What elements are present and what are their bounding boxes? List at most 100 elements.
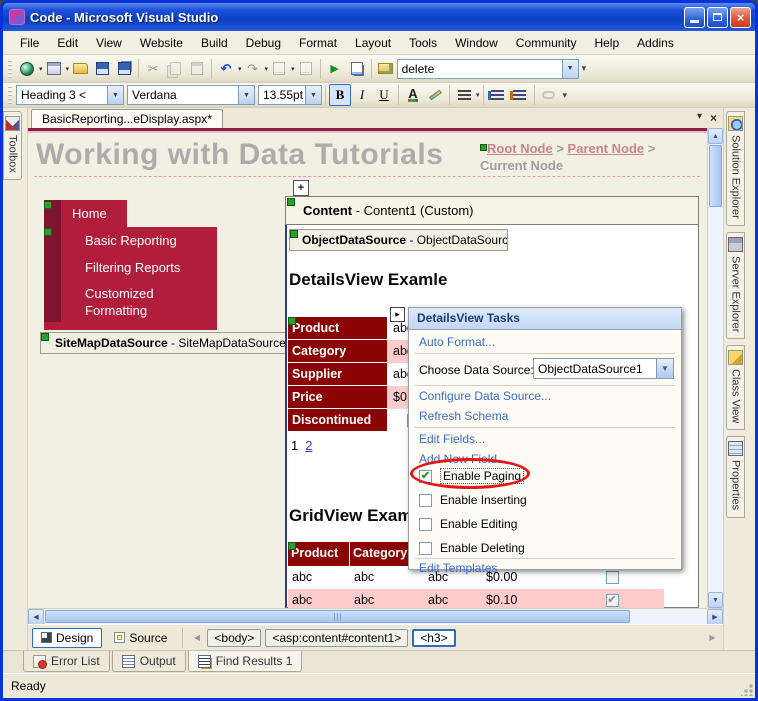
pager-page-link[interactable]: 2 [305,438,312,453]
error-list-tab[interactable]: Error List [23,651,110,672]
vertical-scrollbar[interactable]: ▲ ▼ [707,128,723,608]
vertical-scroll-track[interactable] [708,208,723,592]
configure-data-source-link[interactable]: Configure Data Source... [419,389,551,403]
smart-tag-button[interactable]: ▸ [390,307,405,322]
enable-inserting-checkbox[interactable] [419,493,432,507]
maximize-button[interactable] [707,6,728,28]
breadcrumb-root-link[interactable]: Root Node [487,141,553,156]
menu-view[interactable]: View [87,33,131,53]
redo-button[interactable]: ↷ [242,58,264,80]
align-dropdown-icon[interactable]: ▾ [476,91,480,99]
menu-format[interactable]: Format [290,33,346,53]
menu-edit[interactable]: Edit [48,33,87,53]
font-combo[interactable]: Verdana ▼ [127,85,255,105]
server-explorer-tab[interactable]: Server Explorer [726,231,745,340]
nav-item-customized-formatting[interactable]: Customized Formatting [61,281,217,322]
design-view-button[interactable]: Design [32,627,103,648]
minimize-button[interactable] [684,6,705,28]
menu-file[interactable]: File [11,33,48,53]
undo-button[interactable]: ↶ [215,58,237,80]
enable-inserting-label[interactable]: Enable Inserting [440,493,527,507]
new-website-button[interactable] [16,58,38,80]
data-source-combo[interactable]: ObjectDataSource1 ▼ [533,358,674,379]
copy-button[interactable] [164,58,186,80]
cut-button[interactable]: ✂ [142,58,164,80]
scroll-up-icon[interactable]: ▲ [708,128,723,144]
font-color-button[interactable]: A [402,84,424,106]
font-combo-dropdown-icon[interactable]: ▼ [238,86,254,104]
menu-community[interactable]: Community [507,33,586,53]
save-button[interactable] [91,58,113,80]
find-results-tab[interactable]: Find Results 1 [187,651,303,672]
toolbar-grip[interactable] [8,59,12,78]
scroll-down-icon[interactable]: ▼ [708,592,723,608]
close-button[interactable]: × [730,6,751,28]
tag-nav-back-icon[interactable]: ◀ [190,630,203,646]
refresh-schema-link[interactable]: Refresh Schema [419,409,508,423]
horizontal-scrollbar[interactable]: ◀ ▶ [28,608,723,625]
align-button[interactable] [453,84,475,106]
find-combo[interactable]: delete ▼ [396,58,579,79]
breadcrumb-parent-link[interactable]: Parent Node [568,141,645,156]
tab-close-icon[interactable]: × [710,111,717,125]
scroll-left-icon[interactable]: ◀ [28,609,44,625]
paste-button[interactable] [186,58,208,80]
menu-website[interactable]: Website [131,33,192,53]
solution-explorer-tab[interactable]: Solution Explorer [726,111,745,226]
italic-button[interactable]: I [351,84,373,106]
add-new-item-button[interactable] [43,58,65,80]
tag-body-button[interactable]: <body> [207,628,262,647]
toolbar-overflow-icon[interactable]: ▾ [563,90,567,101]
block-format-combo[interactable]: Heading 3 < ▼ [16,85,124,105]
nav-item-basic-reporting[interactable]: Basic Reporting [61,227,217,254]
view-in-browser-button[interactable] [346,58,368,80]
objectdatasource-control[interactable]: ObjectDataSource - ObjectDataSource1 [289,229,508,251]
block-format-dropdown-icon[interactable]: ▼ [107,86,123,104]
toolbar-overflow-icon[interactable]: ▾ [582,63,586,74]
horizontal-scroll-thumb[interactable] [45,610,630,623]
scroll-right-icon[interactable]: ▶ [707,609,723,625]
bullet-list-button[interactable] [487,84,509,106]
highlight-button[interactable] [424,84,446,106]
tag-aspcontent-button[interactable]: <asp:content#content1> [265,628,409,647]
toolbar-grip[interactable] [8,86,12,104]
numbered-list-button[interactable] [509,84,531,106]
hyperlink-button[interactable] [538,84,560,106]
output-tab[interactable]: Output [111,651,186,672]
navigate-backward-button[interactable] [268,58,290,80]
move-handle-icon[interactable]: + [293,180,309,196]
content-control-header[interactable]: Content - Content1 (Custom) [285,196,699,225]
auto-format-link[interactable]: Auto Format... [419,335,495,349]
vertical-scroll-thumb[interactable] [709,145,722,207]
nav-item-filtering-reports[interactable]: Filtering Reports [61,254,217,281]
save-all-button[interactable] [113,58,135,80]
menu-debug[interactable]: Debug [237,33,290,53]
nav-item-home[interactable]: Home [61,200,127,227]
source-view-button[interactable]: Source [106,628,175,648]
toolbox-tab[interactable]: Toolbox [3,111,22,180]
menu-build[interactable]: Build [192,33,237,53]
underline-button[interactable]: U [373,84,395,106]
menu-help[interactable]: Help [585,33,628,53]
new-website-dropdown-icon[interactable]: ▾ [39,65,43,73]
tab-list-dropdown-icon[interactable]: ▾ [697,111,702,125]
enable-editing-checkbox[interactable] [419,517,432,531]
find-in-files-button[interactable] [375,58,397,80]
edit-fields-link[interactable]: Edit Fields... [419,432,485,446]
properties-tab[interactable]: Properties [726,436,745,518]
bold-button[interactable]: B [329,84,351,106]
enable-deleting-checkbox[interactable] [419,541,432,555]
menu-tools[interactable]: Tools [400,33,446,53]
find-combo-dropdown-icon[interactable]: ▼ [561,59,578,78]
start-debugging-button[interactable]: ▶ [324,58,346,80]
open-file-button[interactable] [69,58,91,80]
font-size-dropdown-icon[interactable]: ▼ [305,86,321,104]
resize-grip[interactable] [741,684,753,696]
tag-nav-forward-icon[interactable]: ▶ [706,630,719,646]
enable-deleting-label[interactable]: Enable Deleting [440,541,525,555]
tag-h3-button[interactable]: <h3> [412,628,456,647]
font-size-combo[interactable]: 13.55pt ▼ [258,85,322,105]
enable-editing-label[interactable]: Enable Editing [440,517,517,531]
class-view-tab[interactable]: Class View [726,345,745,431]
edit-templates-link[interactable]: Edit Templates [419,561,498,575]
